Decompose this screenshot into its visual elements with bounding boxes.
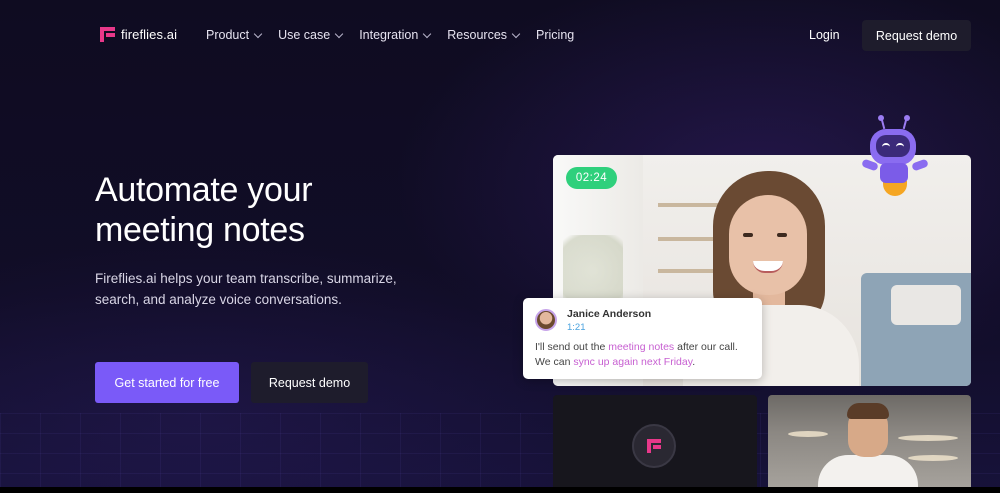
keyword-highlight: meeting notes <box>608 341 675 353</box>
transcript-line-1: I'll send out the meeting notes after ou… <box>535 341 738 353</box>
nav-item-label: Resources <box>447 28 508 42</box>
headline-line-1: Automate your <box>95 171 313 209</box>
fireflies-bot-avatar <box>632 424 676 468</box>
hero-request-demo-button[interactable]: Request demo <box>251 362 368 403</box>
nav-item-resources[interactable]: Resources <box>447 28 521 42</box>
hero-subtext: Fireflies.ai helps your team transcribe,… <box>95 271 397 307</box>
chevron-down-icon <box>511 29 521 38</box>
transcript-line-2: We can sync up again next Friday. <box>535 356 696 368</box>
login-link[interactable]: Login <box>809 28 840 42</box>
brand-logo[interactable]: fireflies.ai <box>100 27 177 42</box>
avatar <box>535 309 557 331</box>
nav-item-label: Use case <box>278 28 331 42</box>
chevron-down-icon <box>334 29 344 38</box>
fireflies-logo-icon <box>100 27 115 42</box>
participant-man-tile <box>768 395 971 487</box>
speaker-name: Janice Anderson <box>567 308 652 320</box>
nav-item-integration[interactable]: Integration <box>359 28 432 42</box>
headline-line-2: meeting notes <box>95 211 305 249</box>
nav-item-product[interactable]: Product <box>206 28 263 42</box>
hero-headline: Automate your meeting notes <box>95 170 313 250</box>
keyword-highlight: sync up again next Friday <box>573 356 693 368</box>
robot-mascot-icon <box>858 113 932 199</box>
nav-item-label: Pricing <box>536 28 575 42</box>
get-started-button[interactable]: Get started for free <box>95 362 239 403</box>
speaker-timestamp: 1:21 <box>567 322 586 333</box>
brand-name: fireflies.ai <box>121 27 178 42</box>
nav-request-demo-button[interactable]: Request demo <box>862 20 971 51</box>
nav-item-label: Product <box>206 28 250 42</box>
chevron-down-icon <box>423 29 432 38</box>
call-timer: 02:24 <box>566 167 617 189</box>
fireflies-logo-icon <box>647 439 661 453</box>
main-menu: Product Use case Integration Resources P… <box>206 28 591 42</box>
transcript-card: Janice Anderson 1:21 I'll send out the m… <box>523 298 762 379</box>
nav-item-pricing[interactable]: Pricing <box>536 28 574 42</box>
nav-item-use-case[interactable]: Use case <box>278 28 344 42</box>
nav-item-label: Integration <box>359 28 419 42</box>
top-nav: fireflies.ai Product Use case Integratio… <box>0 0 1000 70</box>
chevron-down-icon <box>253 29 263 38</box>
